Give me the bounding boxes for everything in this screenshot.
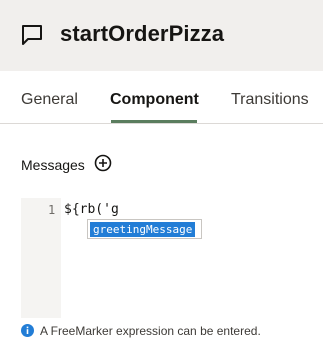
- flag-icon: [22, 25, 42, 45]
- editor-gutter: 1: [21, 198, 61, 318]
- messages-label: Messages: [21, 157, 85, 173]
- active-tab-indicator: [111, 120, 197, 123]
- autocomplete-item[interactable]: greetingMessage: [90, 222, 196, 237]
- help-hint: A FreeMarker expression can be entered.: [21, 323, 323, 339]
- tab-general[interactable]: General: [21, 91, 78, 109]
- add-message-button[interactable]: [94, 154, 112, 172]
- info-icon: [21, 324, 34, 337]
- autocomplete-popup: greetingMessage: [87, 219, 202, 239]
- code-line[interactable]: ${rb('g: [64, 202, 119, 217]
- tab-transitions[interactable]: Transitions: [231, 91, 309, 109]
- page-title: startOrderPizza: [60, 21, 225, 46]
- tab-component[interactable]: Component: [110, 91, 199, 109]
- header-bar: startOrderPizza: [0, 0, 323, 71]
- hint-text: A FreeMarker expression can be entered.: [40, 324, 261, 338]
- code-area[interactable]: ${rb('g: [61, 198, 323, 318]
- code-editor[interactable]: 1 ${rb('g greetingMessage: [21, 198, 323, 318]
- line-number: 1: [48, 203, 56, 217]
- tab-bar: General Component Transitions: [0, 71, 323, 124]
